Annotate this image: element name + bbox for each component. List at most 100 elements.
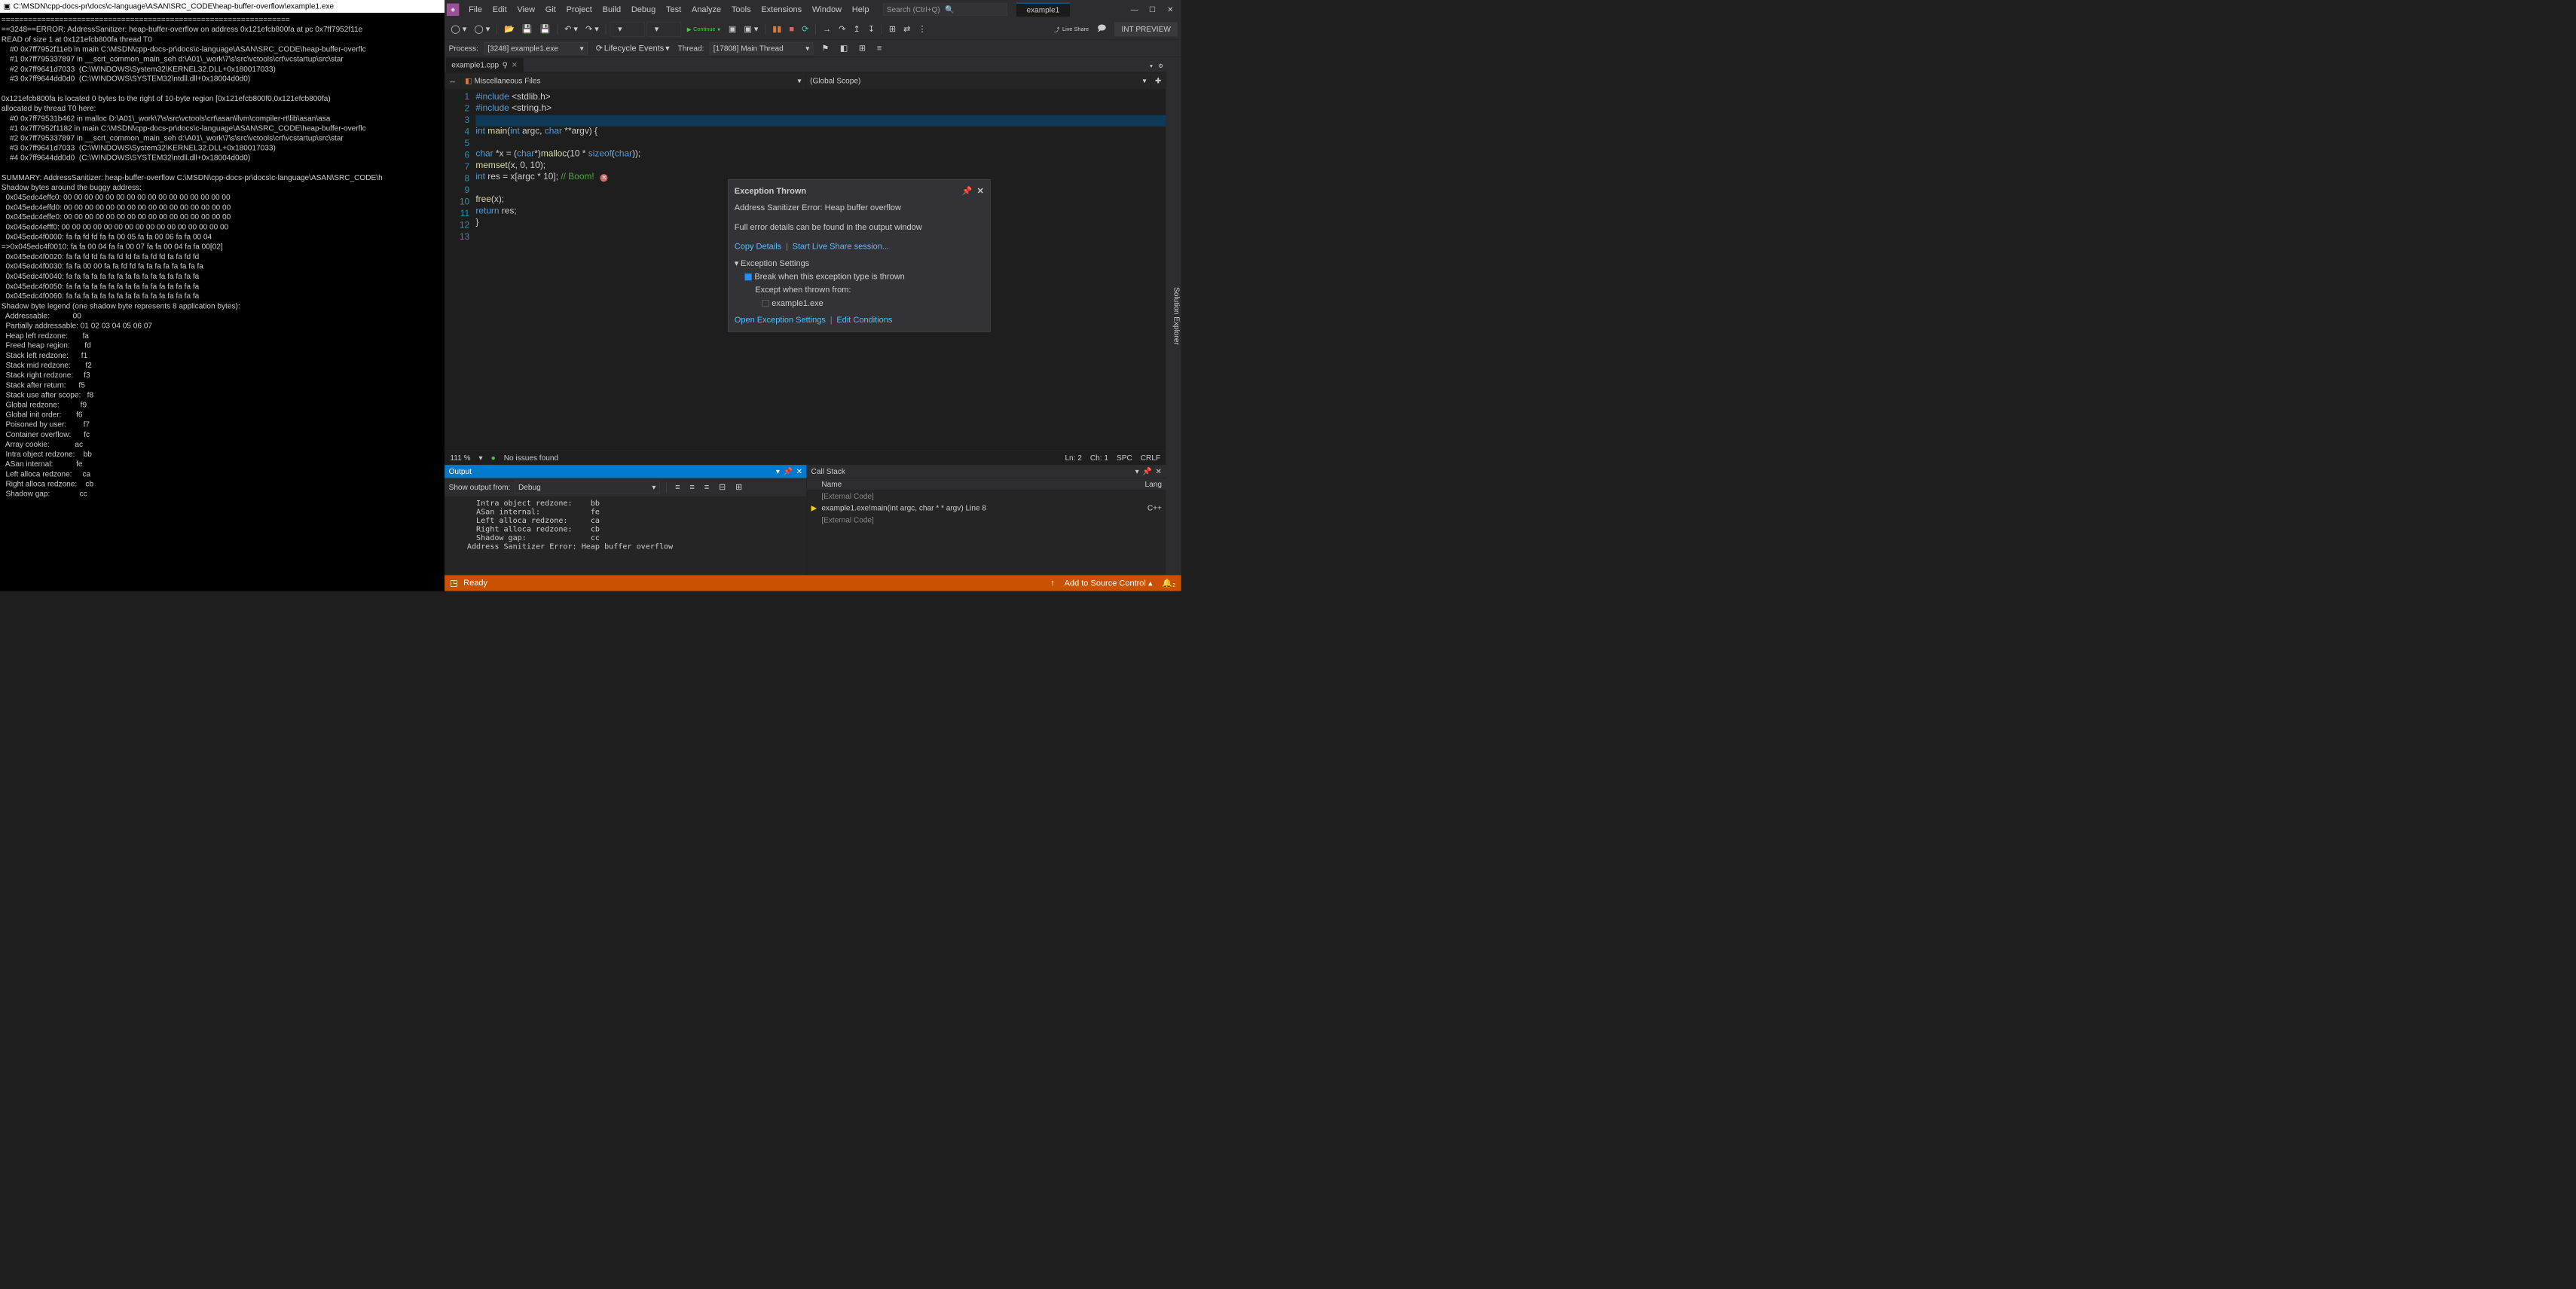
zoom-level[interactable]: 111 % bbox=[450, 454, 470, 463]
flag-icon[interactable]: ⚑ bbox=[819, 41, 832, 56]
add-source-control[interactable]: Add to Source Control ▴ bbox=[1065, 578, 1153, 588]
minimize-button[interactable]: — bbox=[1126, 3, 1143, 16]
menu-project[interactable]: Project bbox=[561, 2, 597, 16]
output-tool-2[interactable]: ≡ bbox=[687, 481, 698, 494]
lifecycle-icon[interactable]: ⟳ Lifecycle Events ▾ bbox=[593, 41, 672, 56]
undo-icon[interactable]: ↶ ▾ bbox=[561, 22, 580, 36]
output-header[interactable]: Output ▾📌✕ bbox=[445, 465, 807, 478]
tool-icon-8[interactable]: ≡ bbox=[874, 41, 885, 55]
menu-analyze[interactable]: Analyze bbox=[687, 2, 726, 16]
search-box[interactable]: Search (Ctrl+Q) 🔍 bbox=[883, 3, 1007, 16]
thread-dropdown[interactable]: [17808] Main Thread▾ bbox=[710, 42, 814, 55]
menu-view[interactable]: View bbox=[512, 2, 539, 16]
tool-icon-2[interactable]: ▣ ▾ bbox=[741, 22, 761, 36]
code-editor[interactable]: 12345678910111213 #include <stdlib.h>#in… bbox=[445, 90, 1166, 451]
output-tool-3[interactable]: ≡ bbox=[701, 481, 712, 494]
open-exception-settings-link[interactable]: Open Exception Settings bbox=[735, 315, 826, 324]
side-tab[interactable]: Solution Explorer bbox=[1172, 60, 1181, 572]
menu-window[interactable]: Window bbox=[807, 2, 846, 16]
output-dd-icon[interactable]: ▾ bbox=[776, 467, 780, 476]
open-icon[interactable]: 📂 bbox=[501, 22, 517, 36]
pin-icon[interactable]: ⚲ bbox=[503, 60, 508, 69]
right-sidebar: Solution ExplorerTeam Explorer bbox=[1166, 57, 1181, 576]
menu-extensions[interactable]: Extensions bbox=[756, 2, 807, 16]
close-popup-icon[interactable]: ✕ bbox=[977, 186, 984, 195]
main-area: example1.cpp ⚲ ✕ ▾ ⚙ ↔ ◧ Miscellaneous F… bbox=[445, 57, 1181, 576]
char-indicator: Ch: 1 bbox=[1090, 454, 1108, 463]
cs-dd-icon[interactable]: ▾ bbox=[1135, 467, 1139, 476]
nav-icon[interactable]: ↔ bbox=[445, 75, 461, 87]
cs-pin-icon[interactable]: 📌 bbox=[1142, 467, 1152, 476]
callstack-row[interactable]: [External Code] bbox=[807, 490, 1166, 502]
tool-icon-6[interactable]: ◧ bbox=[837, 41, 851, 56]
process-dropdown[interactable]: [3248] example1.exe▾ bbox=[484, 42, 588, 55]
console-title-text: C:\MSDN\cpp-docs-pr\docs\c-language\ASAN… bbox=[14, 2, 334, 11]
output-close-icon[interactable]: ✕ bbox=[796, 467, 802, 476]
console-titlebar: ▣ C:\MSDN\cpp-docs-pr\docs\c-language\AS… bbox=[0, 0, 445, 13]
output-tool-5[interactable]: ⊞ bbox=[732, 480, 745, 494]
collapse-icon[interactable]: ▾ bbox=[735, 257, 739, 270]
output-body[interactable]: Intra object redzone: bb ASan internal: … bbox=[445, 496, 807, 576]
stop-icon[interactable]: ■ bbox=[787, 23, 797, 36]
thread-label: Thread: bbox=[678, 44, 704, 53]
nav-scope-dropdown[interactable]: (Global Scope)▾ bbox=[806, 75, 1151, 87]
close-tab-icon[interactable]: ✕ bbox=[512, 60, 518, 69]
output-tool-1[interactable]: ≡ bbox=[672, 481, 683, 494]
menu-git[interactable]: Git bbox=[540, 2, 561, 16]
tab-example1[interactable]: example1.cpp ⚲ ✕ bbox=[446, 58, 523, 72]
live-share-button[interactable]: ⤴ Live Share bbox=[1050, 23, 1092, 35]
restart-icon[interactable]: ⟳ bbox=[799, 22, 811, 36]
exception-detail: Full error details can be found in the o… bbox=[735, 221, 984, 234]
console-window: ▣ C:\MSDN\cpp-docs-pr\docs\c-language\AS… bbox=[0, 0, 445, 591]
nav-project-dropdown[interactable]: ◧ Miscellaneous Files▾ bbox=[461, 75, 806, 87]
edit-conditions-link[interactable]: Edit Conditions bbox=[836, 315, 892, 324]
menu-test[interactable]: Test bbox=[662, 2, 686, 16]
pause-icon[interactable]: ▮▮ bbox=[770, 22, 784, 36]
console-output[interactable]: ========================================… bbox=[0, 13, 445, 591]
callstack-header[interactable]: Call Stack ▾📌✕ bbox=[807, 465, 1166, 478]
menu-tools[interactable]: Tools bbox=[726, 2, 756, 16]
output-from-dropdown[interactable]: Debug▾ bbox=[515, 481, 660, 493]
tool-icon-4[interactable]: ⇄ bbox=[901, 22, 914, 36]
menu-build[interactable]: Build bbox=[597, 2, 625, 16]
start-live-share-link[interactable]: Start Live Share session... bbox=[793, 242, 889, 251]
step-out-icon[interactable]: ↥ bbox=[851, 22, 863, 36]
debug-toolbar: Process: [3248] example1.exe▾ ⟳ Lifecycl… bbox=[445, 40, 1181, 57]
config-dropdown[interactable]: ▾ bbox=[610, 22, 645, 37]
continue-button[interactable]: ▶ Continue ▾ bbox=[683, 24, 723, 34]
step-into-icon[interactable]: → bbox=[820, 23, 833, 36]
notification-icon[interactable]: 🔔₂ bbox=[1162, 578, 1175, 588]
tool-icon-5[interactable]: ⋮ bbox=[915, 22, 929, 36]
col-name: Name bbox=[821, 480, 1144, 489]
maximize-button[interactable]: ☐ bbox=[1144, 3, 1161, 16]
output-pin-icon[interactable]: 📌 bbox=[783, 467, 793, 476]
exe-checkbox[interactable] bbox=[762, 300, 769, 307]
close-button[interactable]: ✕ bbox=[1162, 3, 1179, 16]
callstack-row[interactable]: [External Code] bbox=[807, 514, 1166, 526]
feedback-icon[interactable]: 🗩 bbox=[1094, 20, 1109, 38]
platform-dropdown[interactable]: ▾ bbox=[647, 22, 682, 37]
menu-debug[interactable]: Debug bbox=[626, 2, 660, 16]
tool-icon-7[interactable]: ⊞ bbox=[856, 41, 869, 56]
menu-file[interactable]: File bbox=[464, 2, 487, 16]
exception-title: Exception Thrown bbox=[735, 185, 806, 198]
tool-icon-3[interactable]: ⊞ bbox=[886, 22, 899, 36]
redo-icon[interactable]: ↷ ▾ bbox=[582, 22, 601, 36]
pin-popup-icon[interactable]: 📌 bbox=[962, 186, 973, 195]
menu-help[interactable]: Help bbox=[847, 2, 873, 16]
code-area[interactable]: #include <stdlib.h>#include <string.h>in… bbox=[475, 90, 1166, 451]
step-over-icon[interactable]: ↷ bbox=[836, 22, 849, 36]
output-panel: Output ▾📌✕ Show output from: Debug▾ ≡ ≡ … bbox=[445, 465, 807, 575]
save-icon[interactable]: 💾 bbox=[519, 22, 535, 36]
callstack-row[interactable]: ▶example1.exe!main(int argc, char * * ar… bbox=[807, 502, 1166, 515]
copy-details-link[interactable]: Copy Details bbox=[735, 242, 781, 251]
tool-icon-1[interactable]: ▣ bbox=[726, 22, 739, 36]
callstack-body[interactable]: [External Code]▶example1.exe!main(int ar… bbox=[807, 490, 1166, 575]
save-all-icon[interactable]: 💾 bbox=[537, 22, 553, 36]
step-icon[interactable]: ↧ bbox=[865, 22, 878, 36]
break-checkbox[interactable] bbox=[745, 273, 752, 280]
nav-back-icon[interactable]: ◯ ▾ bbox=[448, 22, 469, 36]
menu-edit[interactable]: Edit bbox=[487, 2, 512, 16]
nav-fwd-icon[interactable]: ◯ ▾ bbox=[472, 22, 493, 36]
output-tool-4[interactable]: ⊟ bbox=[716, 480, 729, 494]
